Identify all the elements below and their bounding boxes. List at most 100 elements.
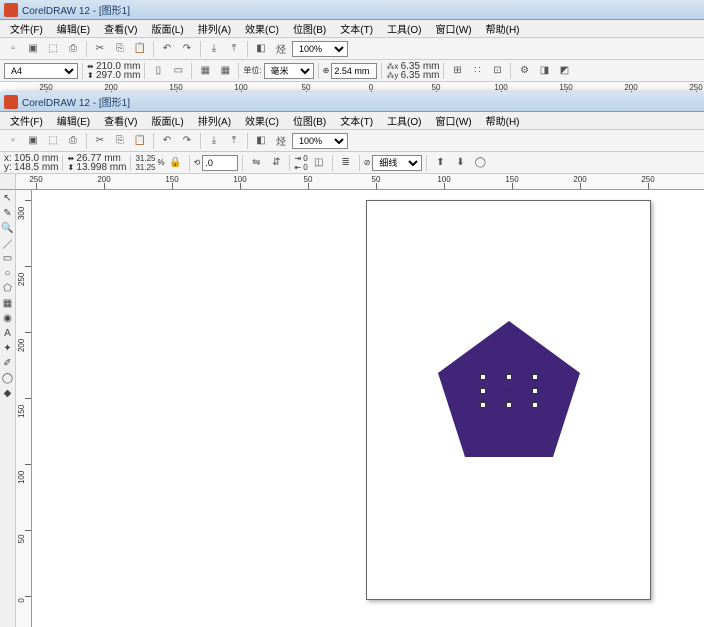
- menu-编辑[interactable]: 编辑(E): [51, 112, 96, 129]
- menu-工具[interactable]: 工具(O): [381, 112, 427, 129]
- titlebar-2: CorelDRAW 12 - [图形1]: [0, 92, 704, 112]
- print-icon[interactable]: ⎙: [64, 132, 82, 150]
- menu-效果[interactable]: 效果(C): [239, 112, 285, 129]
- canvas[interactable]: ×: [32, 190, 704, 627]
- menu-编辑[interactable]: 编辑(E): [51, 20, 96, 37]
- open-icon[interactable]: ▣: [24, 40, 42, 58]
- obj-h: 13.998 mm: [76, 162, 126, 173]
- save-icon[interactable]: ⬚: [44, 132, 62, 150]
- app-launcher-icon[interactable]: ◧: [252, 132, 270, 150]
- property-bar-2: x: 105.0 mm y: 148.5 mm ⬌ 26.77 mm ⬍ 13.…: [0, 152, 704, 174]
- snap-obj-icon[interactable]: ⊡: [488, 62, 506, 80]
- copy-icon[interactable]: ⎘: [111, 40, 129, 58]
- menu-窗口[interactable]: 窗口(W): [430, 112, 478, 129]
- wrap-text-icon[interactable]: ≣: [337, 154, 355, 172]
- ellipse-tool-icon[interactable]: ○: [1, 266, 15, 280]
- app-title-2: CorelDRAW 12 - [图形1]: [22, 94, 130, 109]
- portrait-icon[interactable]: ▯: [149, 62, 167, 80]
- menu-效果[interactable]: 效果(C): [239, 20, 285, 37]
- open-icon[interactable]: ▣: [24, 132, 42, 150]
- round-corner-icon[interactable]: ◫: [310, 154, 328, 172]
- print-icon[interactable]: ⎙: [64, 40, 82, 58]
- cut-icon[interactable]: ✂: [91, 132, 109, 150]
- interactive-tool-icon[interactable]: ✦: [1, 341, 15, 355]
- corel-online-icon[interactable]: 烃: [272, 132, 290, 150]
- page-1: ×: [366, 200, 651, 600]
- paste-icon[interactable]: 📋: [131, 132, 149, 150]
- rotation-input[interactable]: [202, 155, 238, 171]
- graph-tool-icon[interactable]: ▦: [1, 296, 15, 310]
- undo-icon[interactable]: ↶: [158, 132, 176, 150]
- dynamic-guides-icon[interactable]: ◩: [555, 62, 573, 80]
- to-front-icon[interactable]: ⬆: [431, 154, 449, 172]
- redo-icon[interactable]: ↷: [178, 132, 196, 150]
- back-window: CorelDRAW 12 - [图形1] 文件(F)编辑(E)查看(V)版面(L…: [0, 0, 704, 92]
- menu-文件[interactable]: 文件(F): [4, 20, 49, 37]
- scale-y: 31.25: [135, 163, 155, 172]
- pages-icon-2[interactable]: ▦: [216, 62, 234, 80]
- menu-位图[interactable]: 位图(B): [287, 112, 332, 129]
- spiral-tool-icon[interactable]: ◉: [1, 311, 15, 325]
- save-icon[interactable]: ⬚: [44, 40, 62, 58]
- menu-位图[interactable]: 位图(B): [287, 20, 332, 37]
- snap-grid-icon[interactable]: ⊞: [448, 62, 466, 80]
- menu-工具[interactable]: 工具(O): [381, 20, 427, 37]
- zoom-combo-2[interactable]: 100%: [292, 133, 348, 149]
- app-icon: [4, 95, 18, 109]
- menu-窗口[interactable]: 窗口(W): [430, 20, 478, 37]
- lock-ratio-icon[interactable]: 🔒: [167, 154, 185, 172]
- cut-icon[interactable]: ✂: [91, 40, 109, 58]
- convert-curves-icon[interactable]: ◯: [471, 154, 489, 172]
- import-icon[interactable]: ⤓: [205, 40, 223, 58]
- corel-online-icon[interactable]: 烃: [272, 40, 290, 58]
- zoom-combo-1[interactable]: 100%: [292, 41, 348, 57]
- mirror-v-icon[interactable]: ⇵: [267, 154, 285, 172]
- menubar-2: 文件(F)编辑(E)查看(V)版面(L)排列(A)效果(C)位图(B)文本(T)…: [0, 112, 704, 130]
- new-icon[interactable]: ▫: [4, 132, 22, 150]
- menu-查看[interactable]: 查看(V): [98, 20, 143, 37]
- menu-版面[interactable]: 版面(L): [145, 20, 189, 37]
- zoom-tool-icon[interactable]: 🔍: [1, 221, 15, 235]
- standard-toolbar-2: ▫ ▣ ⬚ ⎙ ✂ ⎘ 📋 ↶ ↷ ⤓ ⤒ ◧ 烃 100%: [0, 130, 704, 152]
- selection-handles[interactable]: ×: [483, 377, 535, 405]
- paste-icon[interactable]: 📋: [131, 40, 149, 58]
- new-icon[interactable]: ▫: [4, 40, 22, 58]
- mirror-h-icon[interactable]: ⇋: [247, 154, 265, 172]
- outline-width-combo[interactable]: 细线: [372, 155, 422, 171]
- landscape-icon[interactable]: ▭: [169, 62, 187, 80]
- menu-文本[interactable]: 文本(T): [334, 20, 379, 37]
- paper-size-combo[interactable]: A4: [4, 63, 78, 79]
- outline-tool-icon[interactable]: ◯: [1, 371, 15, 385]
- fill-tool-icon[interactable]: ◆: [1, 386, 15, 400]
- pick-tool-icon[interactable]: ↖: [1, 191, 15, 205]
- snap-guide-icon[interactable]: ∷: [468, 62, 486, 80]
- options-icon[interactable]: ⚙: [515, 62, 533, 80]
- menu-帮助[interactable]: 帮助(H): [480, 20, 526, 37]
- menu-文件[interactable]: 文件(F): [4, 112, 49, 129]
- menu-版面[interactable]: 版面(L): [145, 112, 189, 129]
- undo-icon[interactable]: ↶: [158, 40, 176, 58]
- nudge-input[interactable]: [331, 63, 377, 79]
- copy-icon[interactable]: ⎘: [111, 132, 129, 150]
- app-launcher-icon[interactable]: ◧: [252, 40, 270, 58]
- export-icon[interactable]: ⤒: [225, 40, 243, 58]
- menu-文本[interactable]: 文本(T): [334, 112, 379, 129]
- freehand-tool-icon[interactable]: ／: [1, 236, 15, 250]
- shape-tool-icon[interactable]: ✎: [1, 206, 15, 220]
- polygon-tool-icon[interactable]: ⬠: [1, 281, 15, 295]
- eyedrop-tool-icon[interactable]: ✐: [1, 356, 15, 370]
- menu-排列[interactable]: 排列(A): [192, 112, 237, 129]
- export-icon[interactable]: ⤒: [225, 132, 243, 150]
- import-icon[interactable]: ⤓: [205, 132, 223, 150]
- menu-排列[interactable]: 排列(A): [192, 20, 237, 37]
- rect-tool-icon[interactable]: ▭: [1, 251, 15, 265]
- menu-查看[interactable]: 查看(V): [98, 112, 143, 129]
- menubar-1: 文件(F)编辑(E)查看(V)版面(L)排列(A)效果(C)位图(B)文本(T)…: [0, 20, 704, 38]
- unit-combo[interactable]: 毫米: [264, 63, 314, 79]
- treat-as-filled-icon[interactable]: ◨: [535, 62, 553, 80]
- redo-icon[interactable]: ↷: [178, 40, 196, 58]
- menu-帮助[interactable]: 帮助(H): [480, 112, 526, 129]
- text-tool-icon[interactable]: A: [1, 326, 15, 340]
- pages-icon[interactable]: ▦: [196, 62, 214, 80]
- to-back-icon[interactable]: ⬇: [451, 154, 469, 172]
